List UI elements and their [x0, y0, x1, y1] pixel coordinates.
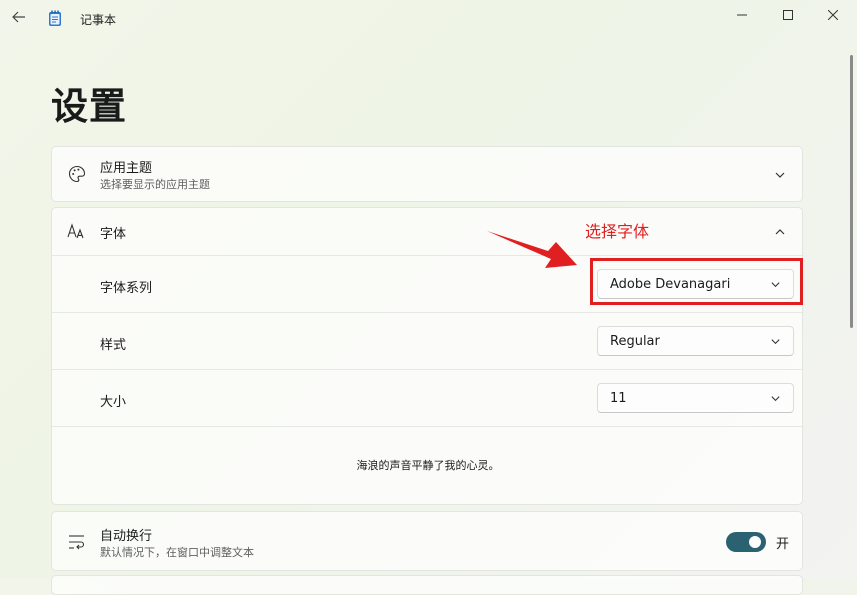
annotation-highlight-box [590, 258, 803, 305]
